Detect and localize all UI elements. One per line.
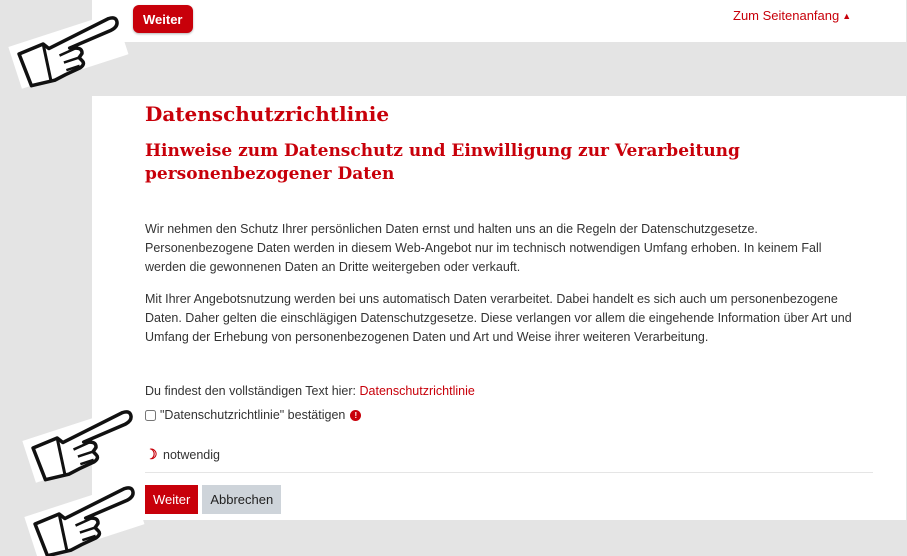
back-to-top-label: Zum Seitenanfang [733,8,840,23]
policy-subtitle: Hinweise zum Datenschutz und Einwilligun… [145,141,740,184]
cancel-button[interactable]: Abbrechen [202,485,282,514]
pointing-hand-icon [8,12,129,89]
confirm-policy-row[interactable]: "Datenschutzrichtlinie" bestätigen ! [145,408,362,422]
divider [145,472,873,473]
full-text-link[interactable]: Datenschutzrichtlinie [360,384,475,398]
weiter-button[interactable]: Weiter [145,485,199,514]
top-weiter-button[interactable]: Weiter [133,5,193,33]
exclamation-circle-icon: ! [350,409,362,421]
required-note: ☽ notwendig [145,446,220,463]
policy-panel: Datenschutzrichtlinie Hinweise zum Daten… [92,96,906,520]
caret-up-icon: ▲ [842,11,852,21]
back-to-top-link[interactable]: Zum Seitenanfang ▲ [733,8,851,23]
policy-paragraph-2: Mit Ihrer Angebotsnutzung werden bei uns… [145,292,852,344]
full-text-line: Du findest den vollständigen Text hier: … [145,384,475,398]
page-title: Datenschutzrichtlinie [145,102,390,126]
required-note-label: notwendig [163,447,220,462]
confirm-policy-label: "Datenschutzrichtlinie" bestätigen [160,408,346,422]
pointing-hand-icon [24,482,145,556]
policy-paragraph-1: Wir nehmen den Schutz Ihrer persönlichen… [145,222,822,274]
pointing-hand-icon [22,406,143,483]
full-text-prefix: Du findest den vollständigen Text hier: [145,384,357,398]
footer-buttons: Weiter Abbrechen [145,485,282,514]
